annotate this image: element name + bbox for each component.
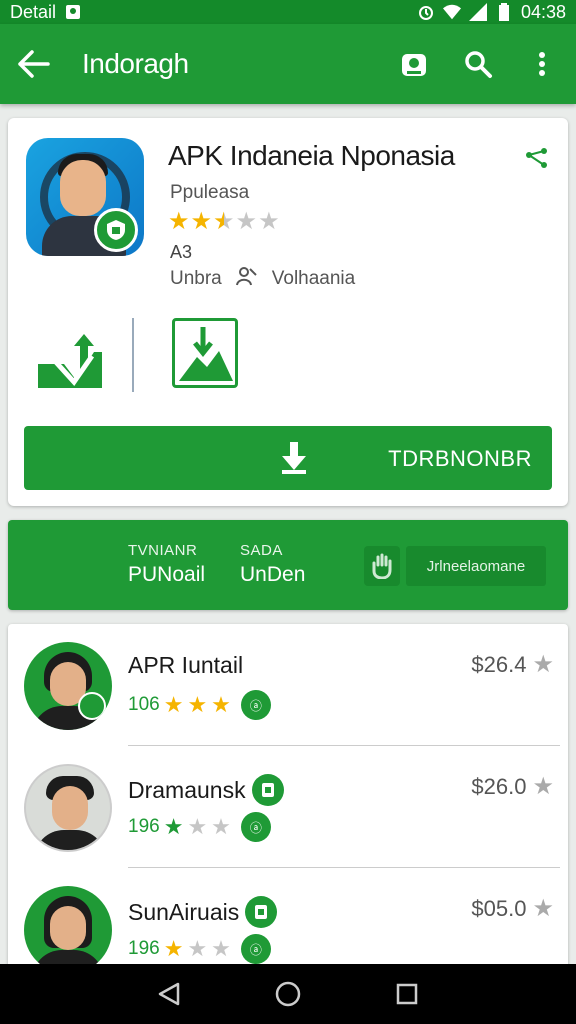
stat-item: SADA UnDen — [240, 542, 305, 587]
rating-stars: ★ ★ ★ ★ ★ — [168, 210, 280, 234]
stats-action-button[interactable]: Jrlneelaomane — [406, 546, 546, 586]
people-icon — [235, 266, 258, 292]
developer-name[interactable]: Ppuleasa — [170, 182, 249, 204]
nav-home-icon[interactable] — [273, 979, 303, 1009]
share-icon[interactable] — [524, 146, 550, 172]
badge-icon — [78, 692, 106, 720]
list-item-count: 196 — [128, 816, 160, 837]
avatar — [24, 642, 112, 730]
app-title: APK Indaneia Nponasia — [168, 140, 455, 171]
list-item-count: 106 — [128, 694, 160, 715]
avatar — [24, 764, 112, 852]
favorite-star-icon[interactable]: ★ — [532, 894, 554, 923]
star-empty-icon: ★ — [211, 814, 231, 839]
status-time: 04:38 — [520, 1, 566, 22]
stat-item: TVNIANR PUNoail — [128, 542, 205, 587]
stat-key: SADA — [240, 542, 283, 559]
star-empty-icon: ★ — [211, 936, 231, 961]
meta-audience: Volhaania — [271, 268, 356, 289]
app-icon — [26, 138, 144, 256]
favorite-star-icon[interactable]: ★ — [532, 772, 554, 801]
star-empty-icon: ★ — [258, 208, 280, 235]
alarm-icon — [417, 3, 435, 21]
list-item[interactable]: APR Iuntail 106 ★ ★ ★ ⓐ $26.4 ★ — [8, 624, 568, 746]
star-full-icon: ★ — [168, 208, 190, 235]
star-full-icon: ★ — [190, 208, 213, 235]
star-half-icon: ★ — [213, 208, 235, 235]
rating-count: A3 — [170, 242, 193, 262]
nav-recents-icon[interactable] — [392, 979, 422, 1009]
list-item-name: APR Iuntail — [128, 652, 244, 678]
app-bar-title: Indoragh — [82, 48, 189, 79]
download-image-icon[interactable] — [172, 318, 238, 388]
star-empty-icon: ★ — [187, 936, 208, 961]
list-item-name: Dramaunsk — [128, 776, 246, 803]
nav-back-icon[interactable] — [154, 979, 184, 1009]
account-icon[interactable] — [396, 46, 432, 82]
wifi-icon — [442, 3, 461, 21]
star-full-icon: ★ — [163, 814, 184, 839]
battery-icon — [495, 3, 513, 21]
signal-icon — [468, 3, 487, 21]
list-item-count: 196 — [128, 938, 160, 959]
tag-icon: ⓐ — [240, 934, 271, 964]
hand-icon[interactable] — [364, 546, 400, 586]
list-item[interactable]: Dramaunsk 196 ★ ★ ★ ⓐ $26.0 ★ — [8, 746, 568, 868]
app-detail-card: APK Indaneia Nponasia Ppuleasa ★ ★ ★ ★ ★… — [8, 118, 568, 506]
install-button[interactable]: TDRBNONBR — [24, 426, 552, 490]
star-empty-icon: ★ — [187, 814, 208, 839]
stat-key: TVNIANR — [128, 542, 198, 559]
more-vert-icon[interactable] — [524, 46, 560, 82]
search-icon[interactable] — [460, 46, 496, 82]
install-button-label: TDRBNONBR — [388, 446, 532, 471]
status-bar: Detail 04:38 — [0, 0, 576, 24]
verified-shield-icon — [94, 208, 138, 252]
back-arrow-icon[interactable] — [16, 46, 52, 82]
verified-badge-icon — [251, 774, 284, 806]
download-arrow-icon — [276, 440, 312, 476]
list-item-price: $26.0 — [471, 773, 527, 799]
tag-icon: ⓐ — [240, 812, 271, 842]
tag-icon: ⓐ — [240, 690, 271, 720]
favorite-star-icon[interactable]: ★ — [532, 650, 554, 679]
star-full-icon: ★ — [187, 692, 208, 717]
notification-icon — [64, 3, 82, 21]
star-full-icon: ★ — [163, 936, 184, 961]
star-empty-icon: ★ — [235, 208, 258, 235]
avatar — [24, 886, 112, 974]
verified-badge-icon — [245, 896, 278, 928]
status-left-label: Detail — [10, 1, 57, 22]
action-divider — [132, 318, 134, 392]
meta-category: Unbra — [170, 268, 222, 289]
app-meta: Unbra Volhaania — [170, 266, 355, 292]
star-full-icon: ★ — [211, 692, 231, 717]
list-item-price: $26.4 — [471, 651, 527, 677]
star-full-icon: ★ — [163, 692, 184, 717]
stats-bar: TVNIANR PUNoail SADA UnDen Jrlneelaomane — [8, 520, 568, 610]
share-upload-icon[interactable] — [34, 326, 114, 396]
system-nav-bar — [0, 964, 576, 1024]
stat-value: UnDen — [240, 563, 306, 586]
stat-value: PUNoail — [128, 563, 206, 586]
app-bar: Indoragh — [0, 24, 576, 104]
list-item-name: SunAiruais — [128, 898, 240, 925]
list-item-price: $05.0 — [471, 895, 527, 921]
